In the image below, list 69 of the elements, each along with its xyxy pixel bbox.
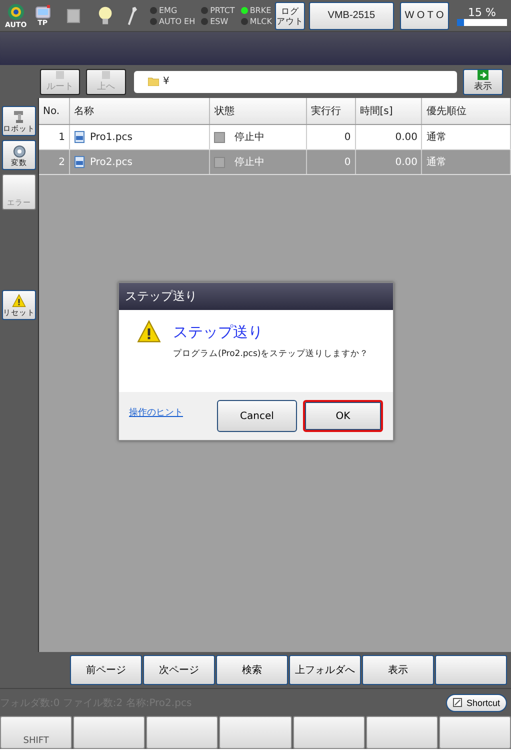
column-header[interactable]: 名称: [69, 98, 210, 124]
document-icon: [55, 70, 65, 80]
table-cell: 停止中: [210, 150, 307, 174]
function-key[interactable]: [219, 716, 292, 749]
dialog-button[interactable]: OK: [303, 400, 383, 432]
document-icon: [101, 70, 111, 80]
warning-icon: [137, 320, 161, 344]
table-cell: 通常: [422, 150, 510, 174]
function-key[interactable]: [146, 716, 218, 749]
dialog-button[interactable]: Cancel: [217, 400, 297, 432]
table-cell: 0: [306, 124, 356, 150]
function-key[interactable]: [73, 716, 146, 749]
stop-icon: [214, 156, 226, 168]
table-cell: 1: [39, 124, 70, 150]
pendant-icon: [34, 4, 51, 18]
speed-bar: [456, 18, 507, 26]
arrow-icon: [477, 70, 489, 80]
shortcut-button[interactable]: Shortcut: [446, 694, 507, 712]
column-header[interactable]: 状態: [210, 98, 307, 124]
swirl-icon: [6, 2, 25, 20]
warning-icon: [12, 294, 26, 308]
wrench-icon: [127, 4, 138, 26]
gear-icon: [12, 145, 26, 158]
function-key[interactable]: [438, 716, 511, 749]
table-cell: 0: [306, 150, 356, 174]
column-header[interactable]: No.: [39, 98, 70, 124]
page-button[interactable]: 表示: [362, 655, 434, 685]
table-cell: Pro2.pcs: [69, 150, 210, 174]
dialog-message: プログラム(Pro2.pcs)をステップ送りしますか？: [173, 348, 369, 361]
light-bulb-icon: [98, 4, 114, 26]
table-cell: 0.00: [355, 150, 422, 174]
page-button[interactable]: 次ページ: [143, 655, 215, 685]
column-header[interactable]: 優先順位: [422, 98, 510, 124]
page-button[interactable]: 検索: [216, 655, 288, 685]
table-cell: 停止中: [210, 124, 307, 150]
stop-icon: [67, 8, 80, 22]
robot-name-button[interactable]: VMB-2515: [309, 2, 394, 30]
show-button[interactable]: 表示: [463, 68, 503, 94]
path-field[interactable]: ¥: [134, 70, 457, 92]
stop-icon: [214, 132, 226, 142]
column-header[interactable]: 時間[s]: [355, 98, 422, 124]
table-cell: 0.00: [355, 124, 422, 150]
page-button[interactable]: 上フォルダへ: [289, 655, 361, 685]
dialog-heading: ステップ送り: [173, 322, 263, 342]
indicator-label: EMG: [158, 6, 178, 14]
hint-link[interactable]: 操作のヒント: [129, 406, 183, 419]
function-key[interactable]: [292, 716, 365, 749]
file-icon: [74, 156, 85, 168]
logout-button[interactable]: ログ アウト: [275, 2, 306, 30]
robot-arm-icon: [13, 110, 25, 124]
indicator-label: PRTCT: [210, 6, 235, 14]
function-key[interactable]: [366, 716, 438, 749]
shortcut-icon: [453, 698, 462, 707]
folder-icon: [148, 77, 159, 86]
speed-value: 15 %: [468, 6, 496, 18]
file-icon: [74, 131, 85, 143]
table-cell: 通常: [422, 124, 510, 150]
page-button[interactable]: [435, 655, 507, 685]
page-button[interactable]: 前ページ: [70, 655, 142, 685]
indicator-label: ESW: [210, 16, 228, 26]
indicator-label: MLCK: [250, 16, 272, 26]
dialog-title: ステップ送り: [119, 283, 393, 310]
table-cell: Pro1.pcs: [69, 124, 210, 150]
indicator-label: BRKE: [250, 6, 272, 14]
function-key[interactable]: SHIFT: [0, 716, 72, 749]
indicator-label: AUTO EH: [158, 16, 196, 26]
table-cell: 2: [39, 150, 70, 174]
column-header[interactable]: 実行行: [306, 98, 356, 124]
coordinate-button[interactable]: W O T O: [400, 2, 449, 30]
